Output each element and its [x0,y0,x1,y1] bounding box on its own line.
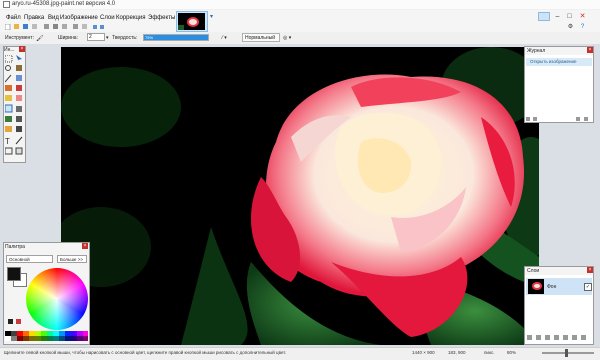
palette-close-icon[interactable]: × [82,243,88,249]
layer-thumbnail [528,279,544,294]
tools-panel-title: Ин... [4,47,15,53]
hardness-value: 75% [145,35,154,40]
layer-controls[interactable] [527,335,591,341]
zoom-slider-knob[interactable] [565,349,568,357]
minimize-icon[interactable]: – [553,12,562,21]
color-wheel-shade [26,268,88,330]
menu-image[interactable]: Изображение [60,15,98,21]
window-title: aryo.ru-45308.jpg-paint.net версия 4.0 [12,1,116,7]
pan-icon [16,65,22,71]
antialias-icon[interactable]: ⁄ ▾ [222,35,227,41]
zoom-level[interactable]: 80% [507,350,516,355]
menu-file[interactable]: Файл [6,15,21,21]
palette-more-button[interactable]: Больше >> [57,255,87,263]
width-dropdown-icon[interactable]: ▾ [106,35,109,41]
quick-toolbar-icons[interactable] [4,23,125,31]
blend-mode-select[interactable]: Нормальный [242,33,280,42]
menu-view[interactable]: Вид [48,15,59,21]
brush-icon [5,95,12,101]
rectangle-icon [15,147,23,155]
tab-dropdown-icon[interactable]: ▾ [210,13,213,20]
history-close-icon[interactable]: × [587,47,593,53]
zoom-slider[interactable] [542,352,594,354]
menu-edit[interactable]: Правка [24,15,44,21]
shape-icon [5,147,13,155]
layers-close-icon[interactable]: × [587,267,593,273]
width-label: Ширина: [58,35,78,41]
image-canvas[interactable] [61,47,539,345]
tool-label: Инструмент: [5,35,34,41]
text-icon: T [5,137,10,146]
maximize-icon[interactable]: □ [565,12,574,21]
image-tab-thumbnail [178,13,205,30]
color-mini-icons[interactable] [8,319,24,329]
close-icon[interactable]: ✕ [578,12,587,21]
quick-toolbar [4,23,125,31]
palette-title: Палитра [5,244,25,250]
history-item-open[interactable]: Открыть изображение [526,58,592,66]
units-select[interactable]: пикс. [484,350,494,355]
width-input[interactable]: 2 [87,33,105,41]
magic-wand-icon [5,74,12,83]
image-size: 1440 × 900 [412,350,435,355]
status-hint: Щелкните левой кнопкой мыши, чтобы нарис… [4,350,287,355]
gradient-icon [5,85,12,91]
rose-image [61,47,539,345]
palette-primary-select[interactable]: Основной [6,255,53,263]
bucket-icon [16,75,22,81]
tools-close-icon[interactable]: × [19,46,25,52]
pen-icon [16,126,22,132]
layer-visibility-checkbox[interactable]: ✓ [584,283,592,291]
brush-icon[interactable]: 🖌 [36,35,44,42]
primary-color-swatch[interactable] [7,267,21,281]
recolor-icon [16,116,22,122]
palette-swatches[interactable] [5,331,88,341]
alpha-icon[interactable]: ◎ ▾ [283,35,291,41]
app-icon [3,1,10,8]
layer-name: Фон [547,284,557,290]
cursor-position: 183, 900 [448,350,466,355]
hardness-label: Твердость: [112,35,138,41]
eraser-icon [16,95,22,101]
gear-icon[interactable]: ⚙ [566,23,575,32]
select-icon [5,55,13,63]
help-icon[interactable]: ? [578,23,587,32]
move-icon [16,55,22,62]
history-title: Журнал [527,48,546,54]
pencil-icon [5,104,13,113]
menu-layers[interactable]: Слои [100,15,115,21]
zoom-icon [5,65,11,71]
tool-mode-icon[interactable] [538,12,550,21]
line-icon [15,136,23,145]
stamp-icon [5,126,12,132]
menu-adjustments[interactable]: Коррекция [116,15,146,21]
bucket-icon [16,85,22,91]
tools-grid: T [5,55,23,155]
color-picker-icon [16,106,22,112]
clone-icon [5,116,12,122]
hardness-fill [144,35,208,40]
layers-title: Слои [527,268,540,274]
history-controls[interactable] [526,117,592,122]
menu-effects[interactable]: Эффекты [148,15,175,21]
